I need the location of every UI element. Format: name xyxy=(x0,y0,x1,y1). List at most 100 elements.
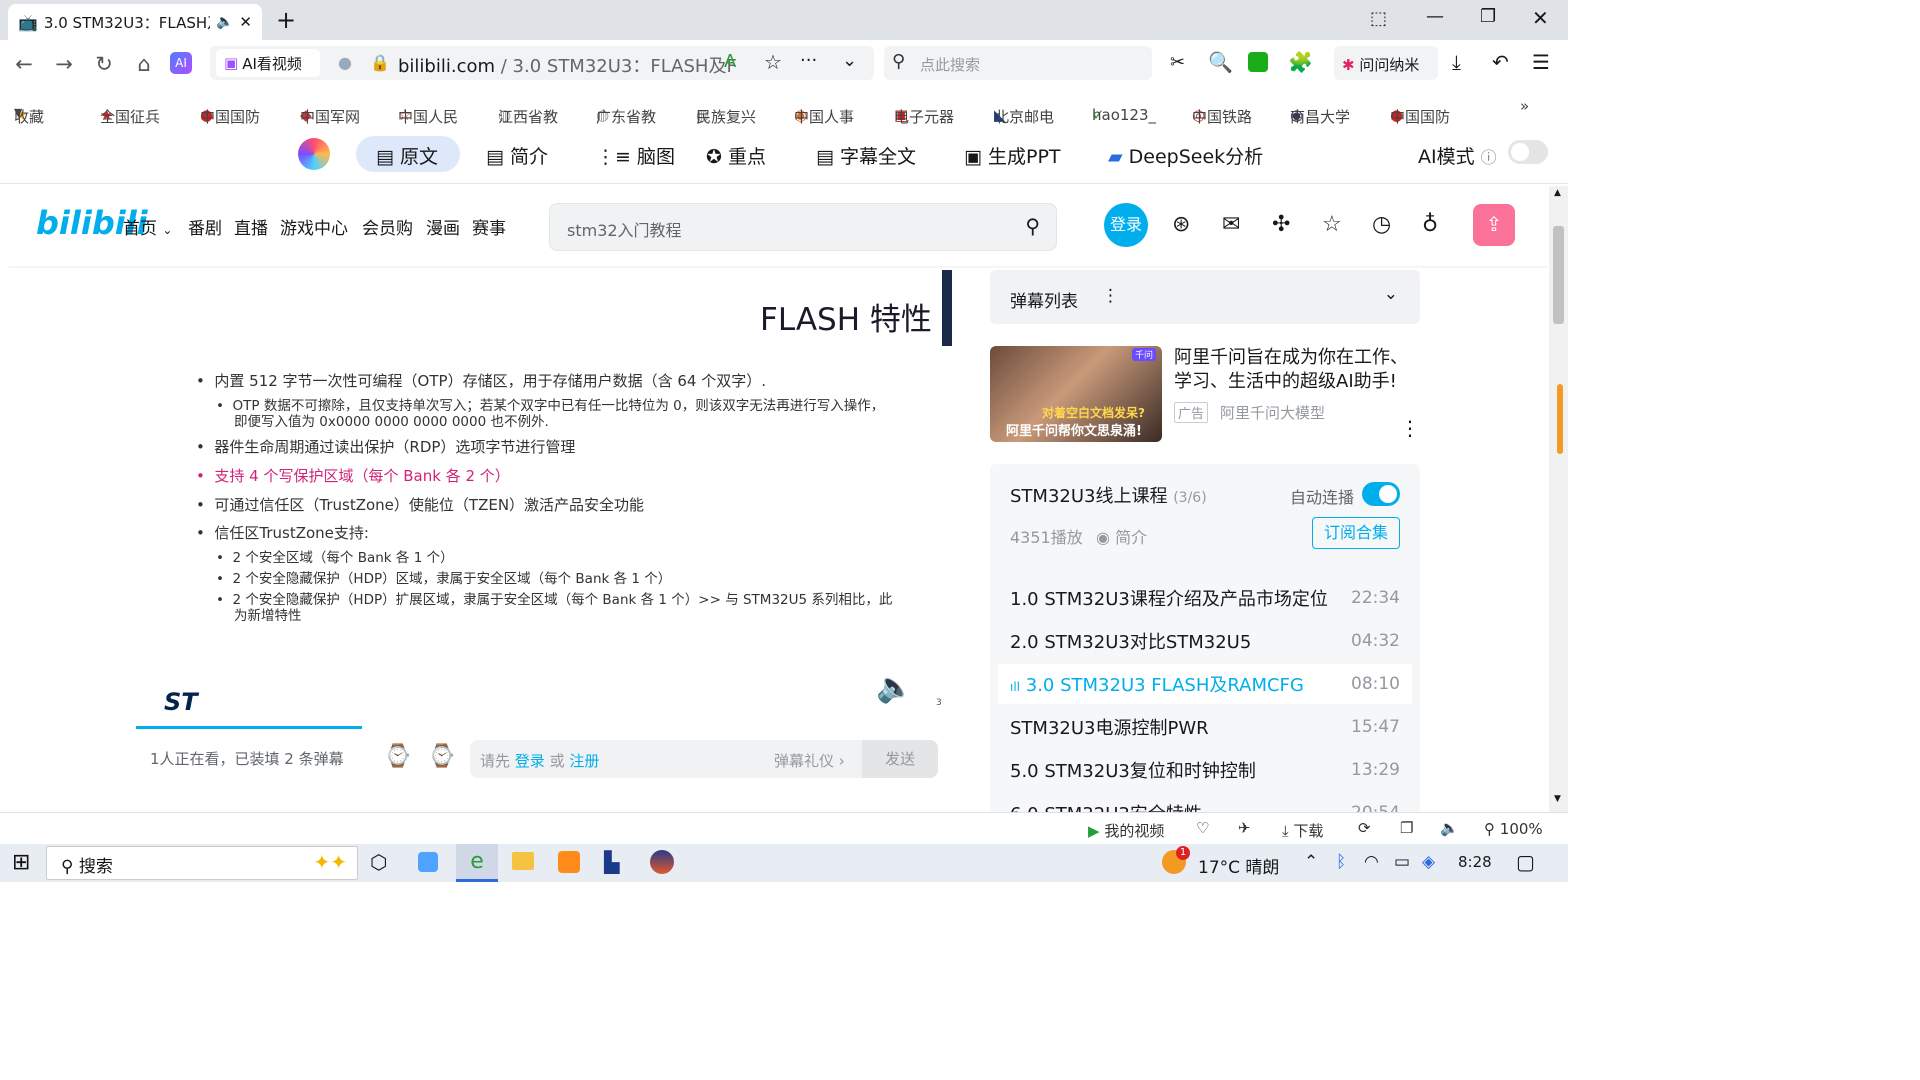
wifi-icon[interactable]: ◠ xyxy=(1364,852,1379,872)
my-video-button[interactable]: ▶ 我的视频 xyxy=(1088,820,1164,841)
edge-browser-icon[interactable]: e xyxy=(456,844,498,882)
ad-headline[interactable]: 阿里千问旨在成为你在工作、学习、生活中的超级AI助手! xyxy=(1174,346,1420,394)
volume-icon[interactable]: 🔈 xyxy=(1440,819,1459,837)
ad-image[interactable]: 千问 对着空白文档发呆? 阿里千问帮你文思泉涌! xyxy=(990,346,1162,442)
weather-text[interactable]: 17°C 晴朗 xyxy=(1198,853,1279,878)
app-icon[interactable] xyxy=(558,851,580,873)
login-button[interactable]: 登录 xyxy=(1104,203,1148,247)
favorite-icon[interactable]: ☆ xyxy=(1322,212,1342,237)
episode-item[interactable]: STM32U3电源控制PWR 15:47 xyxy=(998,707,1412,747)
green-ext-icon[interactable] xyxy=(1248,52,1268,72)
scroll-thumb[interactable] xyxy=(1553,226,1564,324)
read-aloud-icon[interactable]: A xyxy=(724,51,736,72)
forward-icon[interactable]: → xyxy=(52,52,76,76)
url-bar[interactable]: ▣ AI看视频 ● 🔒 bilibili.com / 3.0 STM32U3：FL… xyxy=(210,46,874,80)
send-button[interactable]: 发送 xyxy=(862,740,938,778)
scroll-up-icon[interactable]: ▲ xyxy=(1554,188,1561,198)
ai-tab-keypoints[interactable]: ✪ 重点 xyxy=(706,142,766,169)
ai-video-button[interactable]: ▣ AI看视频 xyxy=(216,49,320,77)
episode-item[interactable]: 6.0 STM32U3安全特性20:54 xyxy=(998,793,1412,812)
ai-mode-toggle[interactable] xyxy=(1508,140,1548,164)
autoplay-toggle[interactable] xyxy=(1362,482,1400,506)
more-vertical-icon[interactable]: ⋮ xyxy=(1400,416,1420,440)
nav-esports[interactable]: 赛事 xyxy=(472,214,506,239)
download-icon[interactable]: ⤓ xyxy=(1452,50,1461,74)
bluetooth-icon[interactable]: ᛒ xyxy=(1336,852,1346,872)
nav-mall[interactable]: 会员购 xyxy=(362,214,413,239)
episode-item[interactable]: 2.0 STM32U3对比STM32U5 04:32 xyxy=(998,621,1412,661)
course-title[interactable]: STM32U3线上课程 (3/6) xyxy=(1010,482,1207,508)
episode-item-current[interactable]: ıll 3.0 STM32U3 FLASH及RAMCFG 08:10 xyxy=(998,664,1412,704)
ai-tab-subtitles[interactable]: ▤ 字幕全文 xyxy=(816,142,916,169)
more-vertical-icon[interactable]: ⋮ xyxy=(1102,286,1119,306)
zoom-control[interactable]: ⚲ 100% xyxy=(1484,820,1543,838)
chevron-down-icon[interactable]: ⌄ xyxy=(1384,284,1398,304)
star-icon[interactable]: ☆ xyxy=(764,50,782,74)
bili-search-input[interactable]: stm32入门教程 ⚲ xyxy=(549,203,1057,251)
app-tray-icon[interactable]: ◈ xyxy=(1422,852,1435,872)
download-button[interactable]: ⤓ 下载 xyxy=(1282,820,1323,841)
danmaku-list-header[interactable]: 弹幕列表 ⋮ ⌄ xyxy=(990,270,1420,324)
ai-logo-icon[interactable] xyxy=(298,138,330,170)
window-icon[interactable]: ❐ xyxy=(1400,819,1413,837)
puzzle-icon[interactable]: 🧩 xyxy=(1288,50,1313,74)
dynamic-icon[interactable]: ✣ xyxy=(1272,212,1290,237)
browser-search-input[interactable]: ⚲ 点此搜索 xyxy=(884,46,1152,80)
app-icon[interactable] xyxy=(418,852,438,872)
clock[interactable]: 8:28 xyxy=(1458,853,1492,871)
danmaku-settings-icon[interactable]: ⌚ xyxy=(428,744,455,769)
lock-icon[interactable]: 🔒 xyxy=(370,53,390,72)
message-icon[interactable]: ✉ xyxy=(1222,212,1240,237)
browser-tab[interactable]: 📺 3.0 STM32U3：FLASH及 🔈 ✕ xyxy=(8,4,262,40)
nav-games[interactable]: 游戏中心 xyxy=(280,214,348,239)
sync-icon[interactable]: ⟳ xyxy=(1358,819,1371,837)
new-tab-icon[interactable]: + xyxy=(276,6,296,34)
ad-card[interactable]: 千问 对着空白文档发呆? 阿里千问帮你文思泉涌! 阿里千问旨在成为你在工作、学习… xyxy=(990,346,1420,446)
ai-tab-mindmap[interactable]: ⋮≡ 脑图 xyxy=(596,142,675,169)
nav-live[interactable]: 直播 xyxy=(234,214,268,239)
minimize-icon[interactable]: — xyxy=(1426,6,1444,27)
ai-tab-summary[interactable]: ▤ 简介 xyxy=(486,142,548,169)
history-icon[interactable]: ◷ xyxy=(1372,212,1391,237)
nav-anime[interactable]: 番剧 xyxy=(188,214,222,239)
more-icon[interactable]: ··· xyxy=(800,50,817,71)
chevron-down-icon[interactable]: ⌄ xyxy=(842,50,857,71)
restore-icon[interactable]: ❐ xyxy=(1480,6,1496,27)
task-view-icon[interactable]: ⬡ xyxy=(370,850,387,874)
tray-chevron-icon[interactable]: ⌃ xyxy=(1304,852,1318,872)
notification-icon[interactable]: ▢ xyxy=(1516,850,1535,874)
danmaku-etiquette-link[interactable]: 弹幕礼仪 › xyxy=(774,750,845,771)
ai-tab-ppt[interactable]: ▣ 生成PPT xyxy=(964,142,1061,169)
danmaku-input[interactable]: 请先 登录 或 注册 弹幕礼仪 › 发送 xyxy=(470,740,938,778)
wenwen-button[interactable]: ✱ 问问纳米 xyxy=(1334,46,1438,80)
upload-button[interactable]: ⇪ xyxy=(1473,204,1515,246)
ai-app-icon[interactable]: AI xyxy=(170,52,192,74)
app-icon[interactable] xyxy=(650,850,674,874)
nav-manga[interactable]: 漫画 xyxy=(426,214,460,239)
windows-start-icon[interactable]: ⊞ xyxy=(12,850,30,875)
nav-home[interactable]: 首页 ⌄ xyxy=(123,214,172,239)
speaker-icon[interactable]: 🔈 xyxy=(216,14,233,30)
danmaku-toggle-icon[interactable]: ⌚ xyxy=(384,744,411,769)
register-link[interactable]: 注册 xyxy=(569,752,599,770)
battery-icon[interactable]: ▭ xyxy=(1394,852,1410,872)
episode-item[interactable]: 1.0 STM32U3课程介绍及产品市场定位 22:34 xyxy=(998,578,1412,618)
creator-icon[interactable]: ♁ xyxy=(1422,212,1438,237)
video-progress[interactable] xyxy=(136,726,362,729)
page-scrollbar[interactable]: ▲ ▼ xyxy=(1549,186,1568,812)
episode-item[interactable]: 5.0 STM32U3复位和时钟控制 13:29 xyxy=(998,750,1412,790)
search-icon[interactable]: ⚲ xyxy=(1025,214,1040,238)
shirt-icon[interactable]: ⬚ xyxy=(1370,8,1387,29)
home-icon[interactable]: ⌂ xyxy=(132,52,156,76)
vip-icon[interactable]: ⊛ xyxy=(1172,212,1190,237)
help-icon[interactable]: ⓘ xyxy=(1481,148,1497,167)
video-player[interactable]: FLASH 特性 • 内置 512 字节一次性可编程（OTP）存储区，用于存储用… xyxy=(136,270,954,729)
close-tab-icon[interactable]: ✕ xyxy=(239,13,252,31)
scroll-down-icon[interactable]: ▼ xyxy=(1554,794,1561,804)
heart-icon[interactable]: ♡ xyxy=(1196,819,1209,837)
ai-tab-deepseek[interactable]: ▰ DeepSeek分析 xyxy=(1108,142,1263,169)
menu-icon[interactable]: ☰ xyxy=(1532,50,1550,74)
app-icon[interactable]: ▙ xyxy=(604,850,619,874)
magnifier-icon[interactable]: 🔍 xyxy=(1208,50,1233,74)
file-explorer-icon[interactable] xyxy=(512,852,534,870)
